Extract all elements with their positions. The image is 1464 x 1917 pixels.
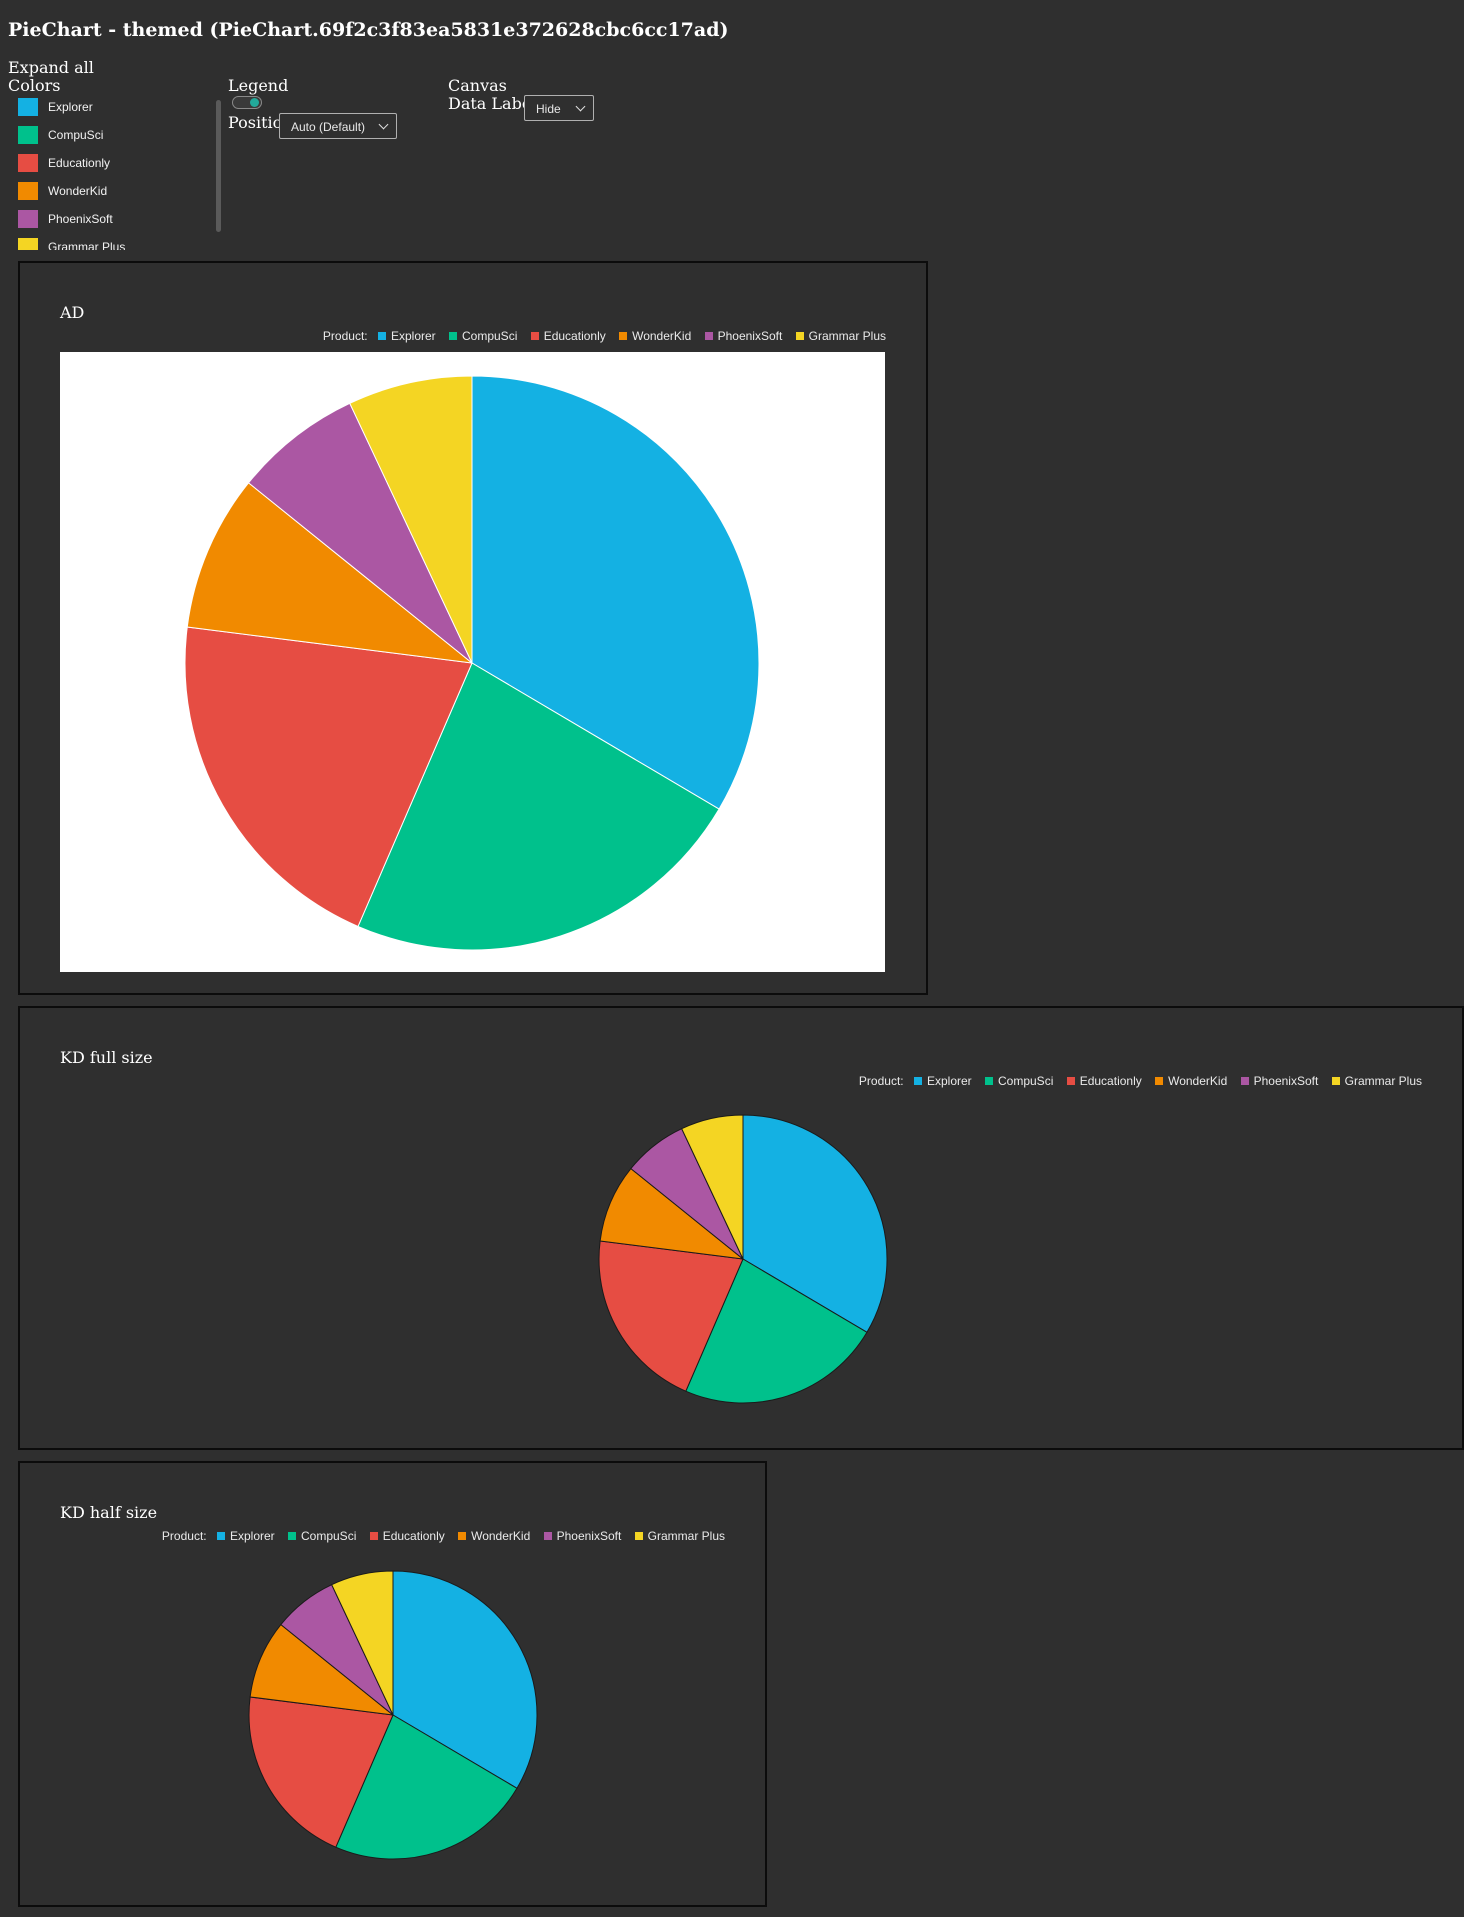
color-swatch[interactable] <box>18 238 38 250</box>
legend-swatch <box>704 332 713 340</box>
canvas-label: Canvas <box>448 76 507 95</box>
color-item-explorer[interactable]: Explorer <box>15 95 205 117</box>
legend-title: Product: <box>322 329 368 343</box>
legend-swatch <box>530 332 539 340</box>
legend-swatch <box>795 332 804 340</box>
legend-swatch <box>619 332 628 340</box>
color-item-grammar-plus[interactable]: Grammar Plus <box>15 235 205 250</box>
color-item-educationly[interactable]: Educationly <box>15 151 205 173</box>
legend-item-phoenixsoft[interactable]: PhoenixSoft <box>704 329 783 343</box>
chart-legend: Product: Explorer CompuSci Educationly W… <box>323 329 886 343</box>
color-item-label: Grammar Plus <box>48 240 126 250</box>
chart-panel-ad: AD Product: Explorer CompuSci Educationl… <box>18 261 928 995</box>
expand-all-link[interactable]: Expand all <box>8 58 94 77</box>
legend-item-educationly[interactable]: Educationly <box>530 329 606 343</box>
legend-item-label: Explorer <box>390 329 436 343</box>
color-list: Explorer CompuSci Educationly WonderKid … <box>15 95 210 250</box>
color-item-label: CompuSci <box>48 128 104 142</box>
legend-label: Legend <box>228 76 289 95</box>
color-swatch[interactable] <box>18 126 38 144</box>
color-swatch[interactable] <box>18 98 38 116</box>
legend-item-label: WonderKid <box>632 329 692 343</box>
pie-chart-kd-full <box>598 1114 888 1404</box>
legend-item-label: Educationly <box>543 329 606 343</box>
chart-title: AD <box>60 303 85 322</box>
color-swatch[interactable] <box>18 182 38 200</box>
chevron-down-icon <box>378 119 389 130</box>
legend-item-compusci[interactable]: CompuSci <box>449 329 517 343</box>
color-item-wonderkid[interactable]: WonderKid <box>15 179 205 201</box>
position-select[interactable]: Auto (Default) <box>279 113 397 139</box>
color-item-label: WonderKid <box>48 184 108 198</box>
colors-label: Colors <box>8 76 61 95</box>
chart-panel-kd-half: KD half size Product: Explorer CompuSci … <box>18 1461 767 1907</box>
legend-item-explorer[interactable]: Explorer <box>377 329 436 343</box>
legend-item-grammar-plus[interactable]: Grammar Plus <box>795 329 886 343</box>
legend-item-label: Grammar Plus <box>808 329 886 343</box>
legend-item-label: PhoenixSoft <box>717 329 783 343</box>
chart-panel-kd-full: KD full size Product: Explorer CompuSci … <box>18 1006 1464 1450</box>
pie-chart-ad <box>60 352 885 972</box>
data-labels-select-value: Hide <box>536 102 561 116</box>
page-title: PieChart - themed (PieChart.69f2c3f83ea5… <box>8 19 729 41</box>
color-item-label: Explorer <box>48 100 93 114</box>
color-swatch[interactable] <box>18 210 38 228</box>
data-labels-select[interactable]: Hide <box>524 95 594 121</box>
legend-item-label: CompuSci <box>462 329 518 343</box>
color-list-scrollbar[interactable] <box>216 100 221 232</box>
color-item-label: PhoenixSoft <box>48 212 113 226</box>
legend-swatch <box>377 332 386 340</box>
color-item-phoenixsoft[interactable]: PhoenixSoft <box>15 207 205 229</box>
chevron-down-icon <box>575 101 586 112</box>
position-select-value: Auto (Default) <box>291 120 366 134</box>
legend-swatch <box>449 332 457 340</box>
color-item-compusci[interactable]: CompuSci <box>15 123 205 145</box>
color-swatch[interactable] <box>18 154 38 172</box>
toggle-knob <box>250 98 259 107</box>
legend-toggle[interactable] <box>232 96 262 109</box>
legend-item-wonderkid[interactable]: WonderKid <box>619 329 691 343</box>
color-item-label: Educationly <box>48 156 111 170</box>
pie-chart-kd-half <box>248 1570 538 1860</box>
